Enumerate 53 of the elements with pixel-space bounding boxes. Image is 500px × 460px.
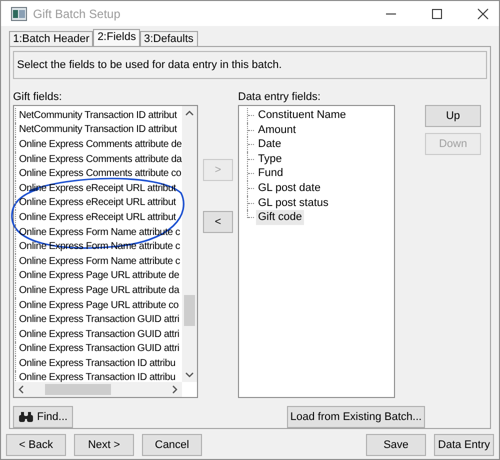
tree-item[interactable]: Type (256, 152, 284, 166)
list-item[interactable]: Online Express Transaction GUID attri (19, 343, 180, 354)
footer-button[interactable]: Next > (74, 434, 134, 456)
data-entry-fields-tree[interactable]: Constituent Name Amount Date Type Fund GL post date GL post status Gift code (238, 105, 395, 398)
scrollbar-thumb[interactable] (44, 384, 111, 395)
list-item[interactable]: Online Express Comments attribute de (19, 138, 182, 150)
binoculars-icon (18, 411, 34, 423)
footer-button[interactable]: < Back (6, 434, 66, 456)
tree-item[interactable]: Constituent Name (256, 108, 348, 123)
list-item[interactable]: Online Express Comments attribute da (19, 154, 182, 165)
tree-item[interactable]: GL post status (256, 196, 331, 210)
list-label: Data entry fields: (238, 91, 322, 103)
close-icon[interactable] (477, 8, 489, 20)
load-batch-button[interactable]: Load from Existing Batch... (287, 406, 425, 428)
find-button[interactable]: Find... (13, 406, 73, 428)
window-title: Gift Batch Setup (33, 6, 120, 20)
scroll-down-icon[interactable] (185, 372, 194, 378)
tab[interactable]: 2:Fields (93, 29, 140, 46)
scroll-left-icon[interactable] (18, 385, 24, 394)
list-item[interactable]: Online Express Comments attribute co (19, 168, 182, 180)
list-item[interactable]: Online Express Form Name attribute c (19, 256, 180, 267)
gift-fields-list[interactable] (13, 105, 198, 398)
list-item[interactable]: Online Express eReceipt URL attribut (19, 212, 176, 223)
order-button[interactable]: Up (425, 105, 481, 127)
move-button[interactable]: < (203, 211, 233, 233)
tree-item[interactable]: Amount (256, 122, 298, 138)
tab[interactable]: 3:Defaults (140, 31, 198, 46)
list-item[interactable]: Online Express Transaction GUID attri (19, 328, 180, 340)
scroll-right-icon[interactable] (172, 385, 178, 394)
footer-button[interactable]: Data Entry (434, 434, 494, 456)
footer-button[interactable]: Cancel (142, 434, 202, 456)
instruction-text: Select the fields to be used for data entry in this batch. (17, 59, 282, 71)
tree-item[interactable]: Fund (256, 166, 286, 181)
list-item[interactable]: Online Express Transaction ID attribu (19, 358, 176, 369)
list-item[interactable]: NetCommunity Transaction ID attribut (19, 124, 177, 136)
app-icon (11, 6, 27, 20)
scroll-up-icon[interactable] (185, 110, 194, 116)
list-label: Gift fields: (13, 91, 63, 103)
maximize-icon[interactable] (431, 8, 443, 20)
tree-item[interactable]: Gift code (256, 210, 304, 225)
tree-item[interactable]: Date (256, 137, 284, 152)
scrollbar-thumb[interactable] (184, 295, 195, 326)
tab[interactable]: 1:Batch Header (9, 31, 94, 46)
list-item[interactable]: Online Express Page URL attribute da (19, 284, 180, 296)
list-item[interactable]: NetCommunity Transaction ID attribut (19, 110, 177, 121)
vertical-scrollbar[interactable] (182, 106, 197, 382)
list-item[interactable]: Online Express Page URL attribute de (19, 270, 180, 282)
list-item[interactable]: Online Express Transaction GUID attri (19, 314, 180, 326)
list-item[interactable]: Online Express Page URL attribute co (19, 300, 179, 311)
list-item[interactable]: Online Express eReceipt URL attribut (19, 197, 176, 208)
footer-button[interactable]: Save (366, 434, 426, 456)
horizontal-scrollbar[interactable] (14, 382, 182, 397)
tree-item[interactable]: GL post date (256, 180, 323, 196)
